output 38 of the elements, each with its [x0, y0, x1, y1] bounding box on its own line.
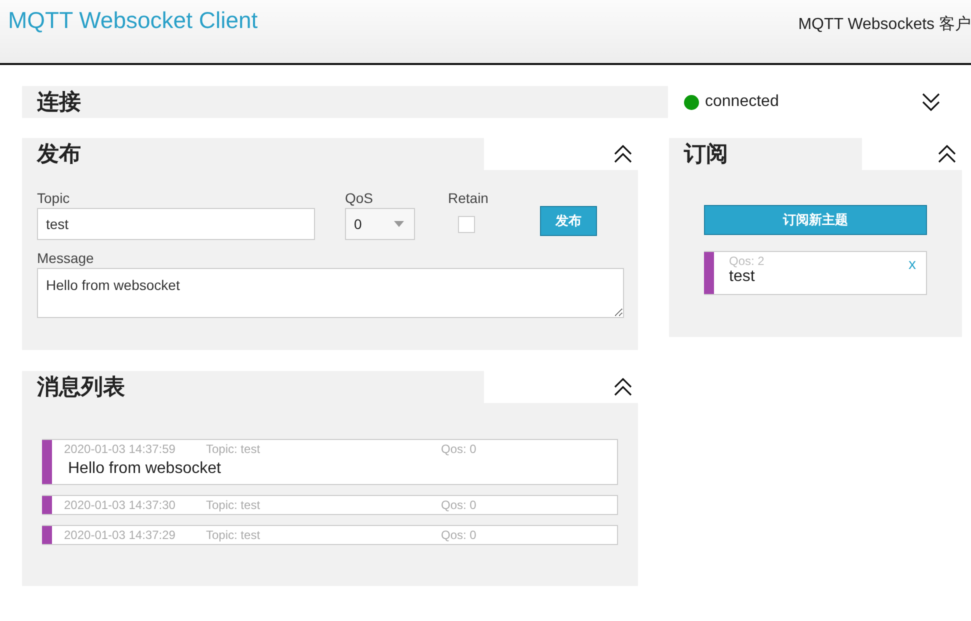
chevron-up-icon[interactable] — [938, 145, 956, 163]
message-topic: Topic: test — [206, 528, 262, 542]
remove-button[interactable]: x — [908, 252, 926, 273]
publish-button[interactable]: 发布 — [540, 206, 597, 236]
chevron-up-icon[interactable] — [614, 378, 632, 396]
connection-status: connected — [705, 93, 779, 111]
retain-checkbox[interactable] — [458, 216, 475, 233]
message-item[interactable]: 2020-01-03 14:37:30 Topic: test Qos: 0 — [42, 495, 618, 515]
message-item[interactable]: 2020-01-03 14:37:29 Topic: test Qos: 0 — [42, 525, 618, 545]
message-qos: Qos: 0 — [441, 528, 476, 542]
dropdown-arrow-icon — [394, 221, 404, 227]
field-label: Retain — [448, 190, 488, 206]
app-title: MQTT Websocket Client — [8, 7, 258, 34]
message-qos: Qos: 0 — [441, 442, 476, 456]
subscription-topic: test — [729, 268, 756, 286]
chevron-up-icon[interactable] — [614, 145, 632, 163]
section-title: 发布 — [37, 140, 81, 168]
section-title: 连接 — [37, 88, 81, 116]
message-topic: Topic: test — [206, 442, 262, 456]
message-time: 2020-01-03 14:37:29 — [64, 528, 176, 542]
app-subtitle: MQTT Websockets 客户 — [798, 14, 971, 35]
topic-field[interactable]: test — [37, 208, 315, 240]
message-field[interactable]: Hello from websocket — [37, 268, 624, 318]
message-topic: Topic: test — [206, 498, 262, 512]
qos-dropdown[interactable]: 0 — [345, 208, 415, 240]
field-label: Message — [37, 250, 95, 266]
subscription-qos: Qos: 2 — [729, 254, 766, 268]
message-text: Hello from websocket — [68, 460, 222, 478]
message-time: 2020-01-03 14:37:30 — [64, 498, 176, 512]
section-title: 消息列表 — [37, 373, 125, 401]
section-title: 订阅 — [684, 140, 728, 168]
message-item[interactable]: 2020-01-03 14:37:59 Topic: test Qos: 0 Hello from websocket — [42, 439, 618, 485]
field-label: Topic — [37, 190, 71, 206]
message-time: 2020-01-03 14:37:59 — [64, 442, 176, 456]
chevron-down-icon[interactable] — [922, 93, 940, 111]
field-label: QoS — [345, 190, 374, 206]
message-qos: Qos: 0 — [441, 498, 476, 512]
subscribe-button[interactable]: 订阅新主题 — [704, 205, 927, 235]
